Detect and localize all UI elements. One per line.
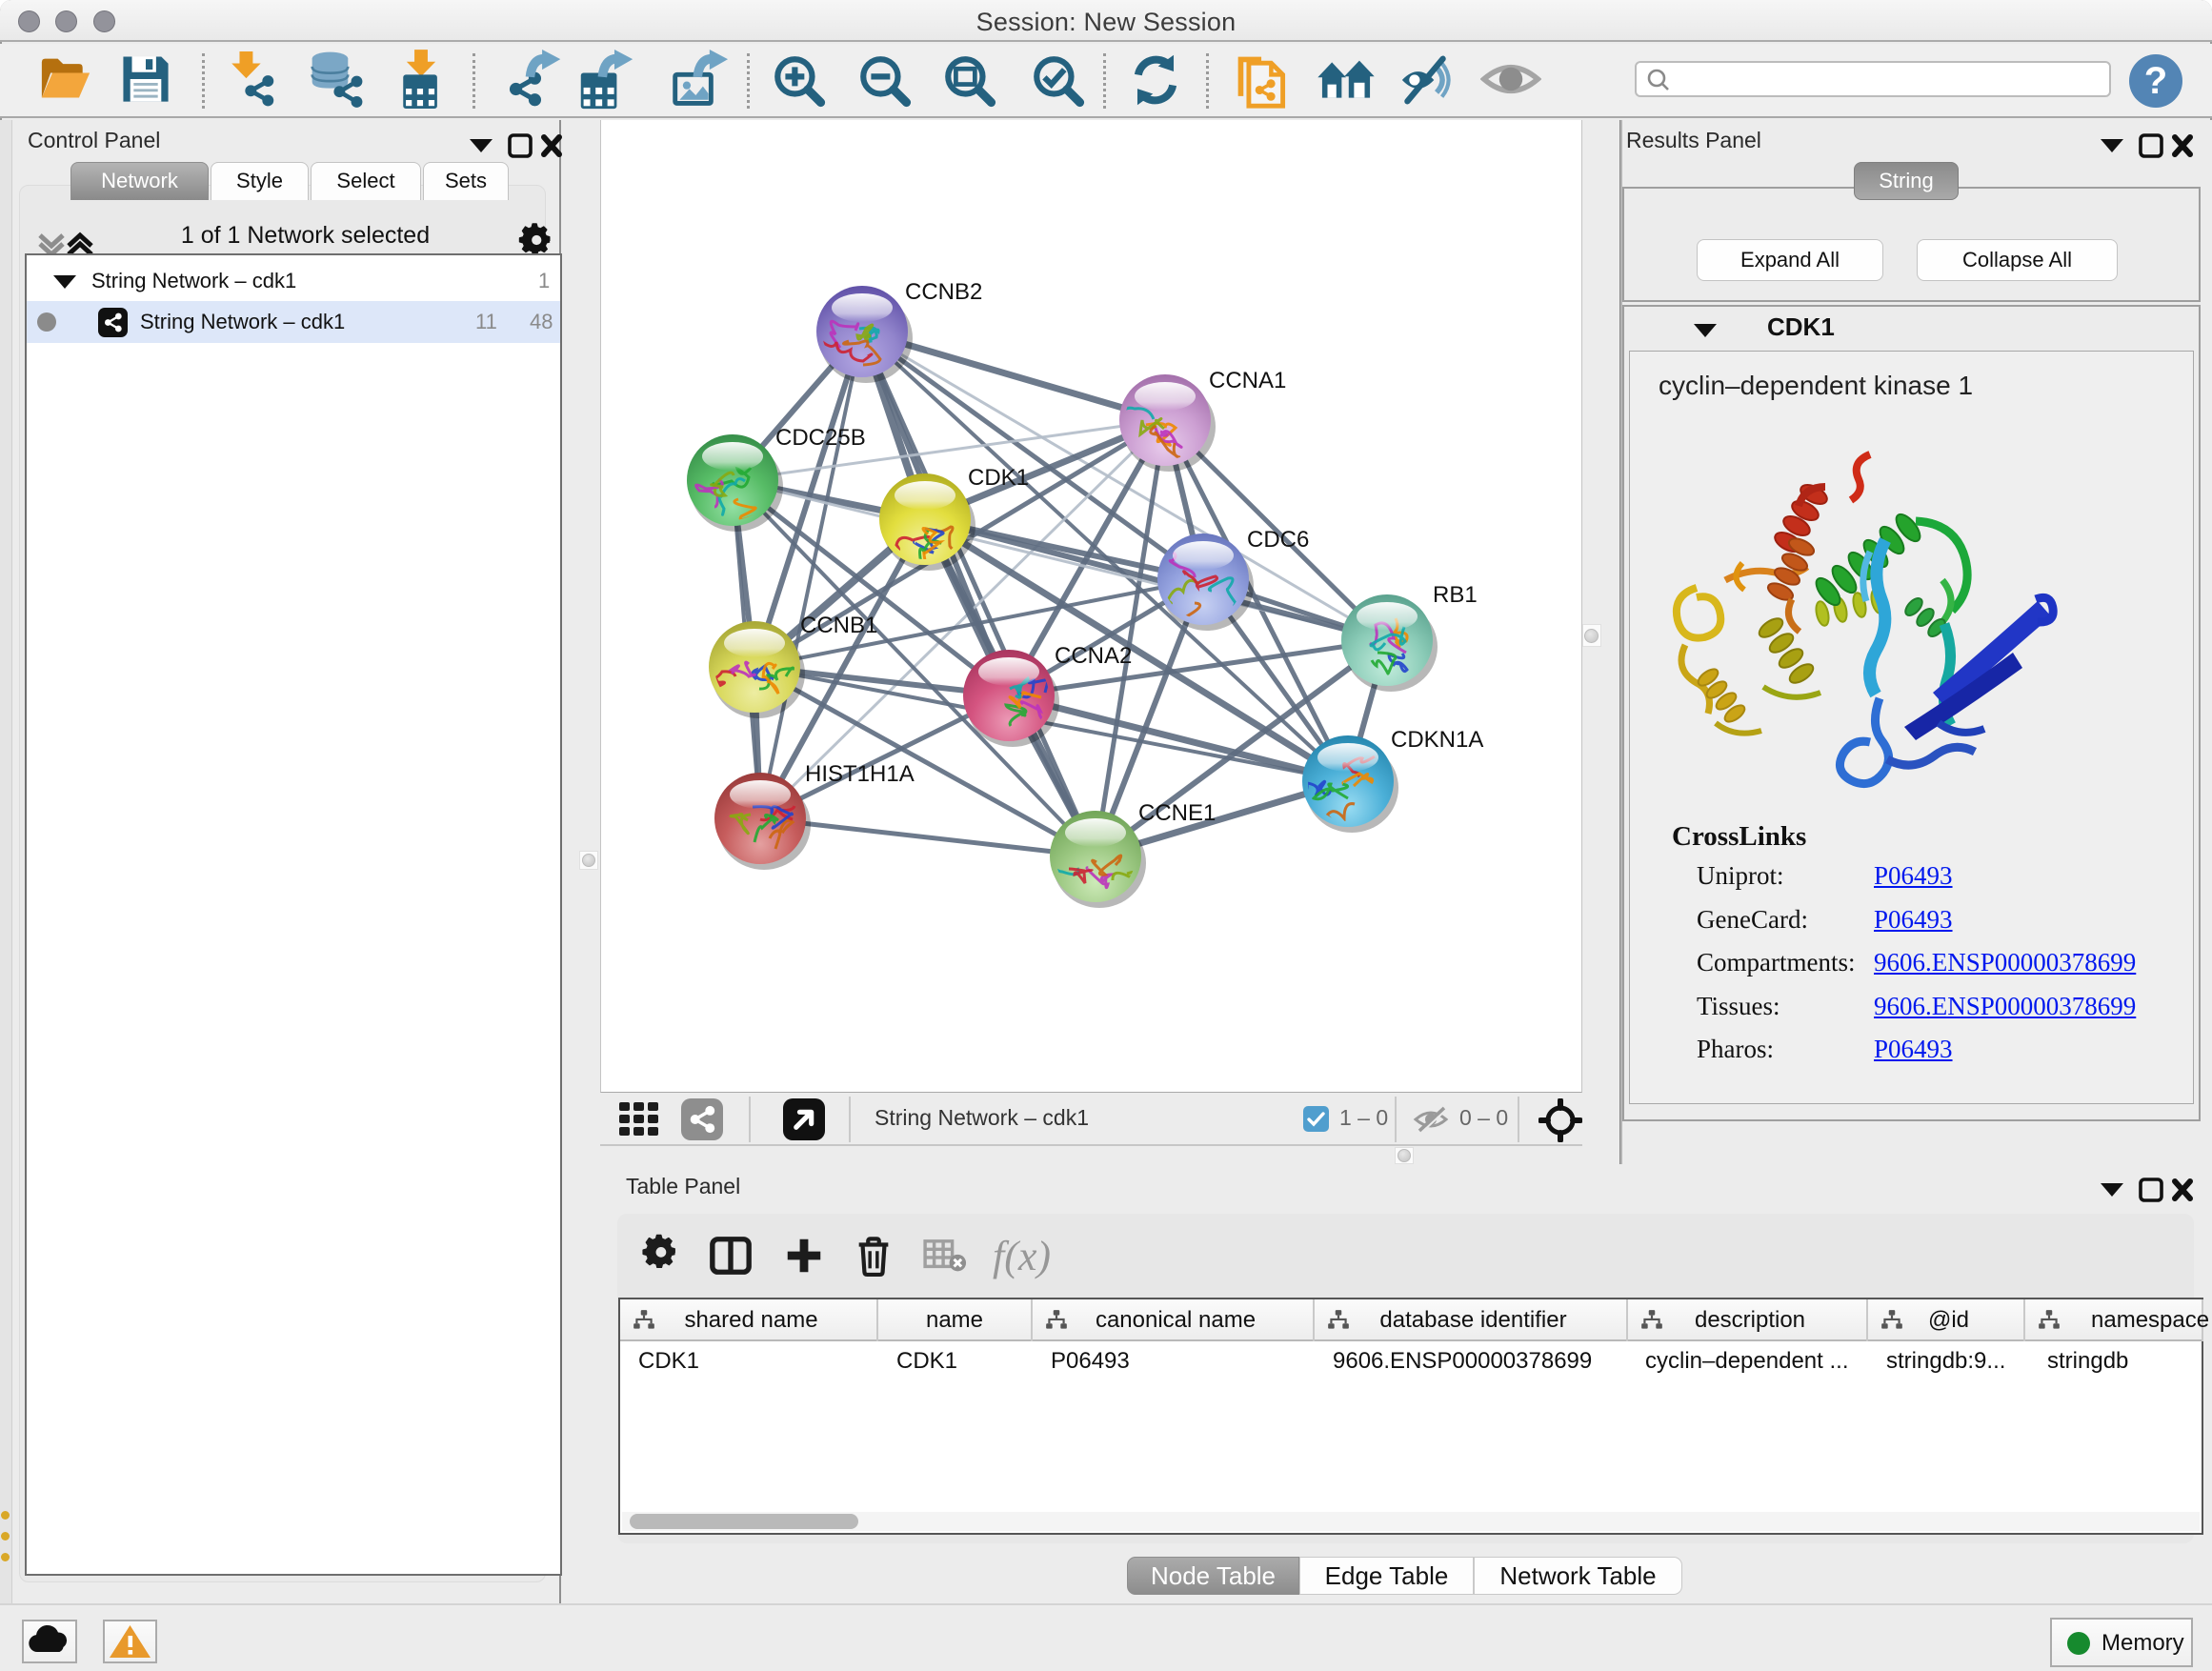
svg-text:CCNB2: CCNB2: [905, 279, 982, 305]
svg-text:CCNA1: CCNA1: [1209, 368, 1286, 393]
svg-text:HIST1H1A: HIST1H1A: [805, 761, 915, 787]
svg-text:CCNA2: CCNA2: [1055, 643, 1132, 669]
svg-text:RB1: RB1: [1433, 582, 1478, 608]
svg-text:CDK1: CDK1: [968, 465, 1029, 491]
svg-text:CDC6: CDC6: [1247, 527, 1309, 553]
svg-text:CDC25B: CDC25B: [775, 425, 866, 451]
svg-text:CCNB1: CCNB1: [800, 613, 877, 638]
svg-text:CCNE1: CCNE1: [1138, 800, 1216, 826]
svg-text:CDKN1A: CDKN1A: [1391, 727, 1483, 753]
